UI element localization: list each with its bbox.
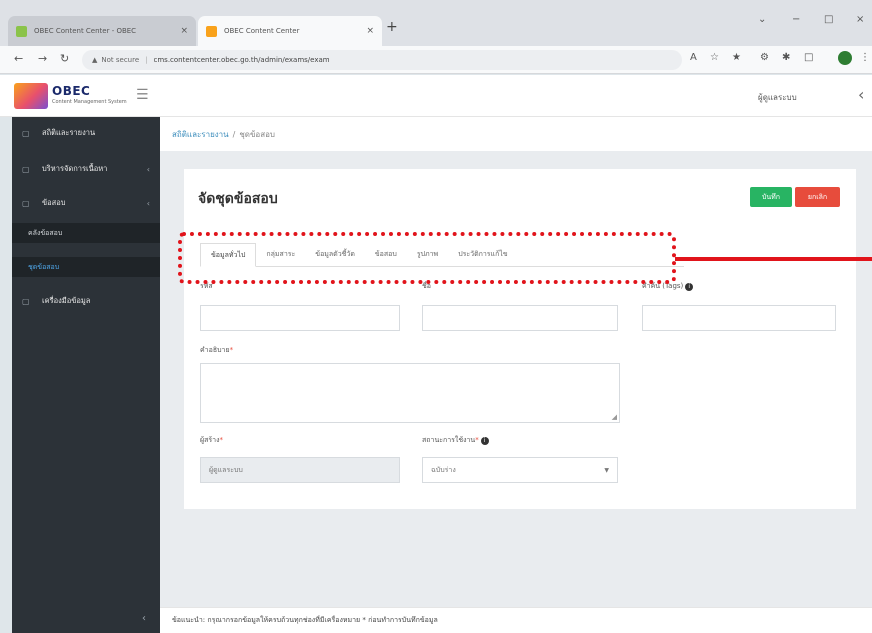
owner-label: ผู้สร้าง*: [200, 436, 223, 444]
favicon-icon: [16, 25, 27, 37]
name-field[interactable]: [422, 305, 618, 331]
owner-field: ผู้ดูแลระบบ: [200, 457, 400, 483]
info-icon: i: [685, 283, 694, 291]
sidebar-subitem-exam-set[interactable]: ชุดข้อสอบ: [12, 257, 160, 277]
annotation-pointer-line: [675, 257, 872, 261]
extensions-icon[interactable]: ✱: [782, 52, 790, 63]
settings-icon[interactable]: ⚙: [760, 52, 769, 63]
tabs-highlight-annotation: [178, 232, 676, 284]
description-label: คำอธิบาย*: [200, 346, 234, 354]
sidebar-subitem-exam-bank[interactable]: คลังข้อสอบ: [12, 223, 160, 243]
exam-icon: ▢: [22, 198, 30, 208]
footer-note: ข้อแนะนำ: กรุณากรอกข้อมูลให้ครบถ้วนทุกช่…: [160, 607, 872, 633]
chart-icon: ▢: [22, 128, 30, 138]
breadcrumb-current: ชุดข้อสอบ: [239, 129, 275, 139]
url-bar[interactable]: ▲ Not secure | cms.contentcenter.obec.go…: [82, 50, 682, 70]
sidepanel-icon[interactable]: □: [804, 52, 813, 63]
bookmark-icon[interactable]: ☆: [710, 52, 719, 63]
form-card: จัดชุดข้อสอบ บันทึก ยกเลิก ข้อมูลทั่วไป …: [184, 169, 856, 509]
close-tab-icon[interactable]: ×: [366, 26, 374, 36]
code-field[interactable]: [200, 305, 400, 331]
main-content: สถิติและรายงาน / ชุดข้อสอบ จัดชุดข้อสอบ …: [160, 117, 872, 607]
logo-icon: [14, 83, 48, 109]
sidebar: ▢ สถิติและรายงาน ▢ บริหารจัดการเนื้อหา ‹…: [12, 117, 160, 633]
browser-tab-2[interactable]: OBEC Content Center ×: [198, 16, 382, 46]
folder-icon: ▢: [22, 164, 30, 174]
logo-subtitle: Content Management System: [52, 99, 127, 105]
sidebar-subitem-label: คลังข้อสอบ: [28, 228, 63, 237]
close-window-icon[interactable]: ×: [856, 14, 864, 25]
favorites-icon[interactable]: ★: [732, 52, 741, 63]
close-tab-icon[interactable]: ×: [180, 26, 188, 36]
sidebar-item-exams[interactable]: ▢ ข้อสอบ ‹: [12, 187, 160, 219]
status-select[interactable]: ฉบับร่าง ▼: [422, 457, 618, 483]
sidebar-subitem-label: ชุดข้อสอบ: [28, 262, 60, 271]
user-name[interactable]: ผู้ดูแลระบบ: [758, 91, 797, 104]
minimize-icon[interactable]: −: [792, 14, 800, 25]
tab-title: OBEC Content Center - OBEC: [34, 27, 137, 35]
status-label: สถานะการใช้งาน* i: [422, 435, 489, 446]
tools-icon: ▢: [22, 296, 30, 306]
sidebar-collapse-icon[interactable]: ‹: [142, 613, 146, 624]
save-button[interactable]: บันทึก: [750, 187, 792, 207]
cancel-button[interactable]: ยกเลิก: [795, 187, 840, 207]
tags-field[interactable]: [642, 305, 836, 331]
sidebar-item-label: เครื่องมือข้อมูล: [42, 296, 91, 305]
sidebar-item-stats[interactable]: ▢ สถิติและรายงาน: [12, 117, 160, 149]
url-text: cms.contentcenter.obec.go.th/admin/exams…: [153, 56, 330, 64]
footer-text: ข้อแนะนำ: กรุณากรอกข้อมูลให้ครบถ้วนทุกช่…: [172, 616, 438, 624]
sidebar-item-content[interactable]: ▢ บริหารจัดการเนื้อหา ‹: [12, 153, 160, 185]
sidebar-item-label: บริหารจัดการเนื้อหา: [42, 164, 108, 173]
tab-search-icon[interactable]: ⌄: [758, 14, 766, 25]
security-label: Not secure: [101, 56, 140, 64]
chevron-left-icon[interactable]: ‹: [858, 85, 864, 104]
app-header: OBEC Content Management System ☰ ผู้ดูแล…: [0, 75, 872, 117]
sidebar-item-label: ข้อสอบ: [42, 198, 66, 207]
reload-icon[interactable]: ↻: [60, 52, 69, 65]
back-icon[interactable]: ←: [14, 52, 23, 65]
chevron-down-icon: ▼: [604, 466, 609, 474]
breadcrumb: สถิติและรายงาน / ชุดข้อสอบ: [160, 117, 872, 151]
tab-title: OBEC Content Center: [224, 27, 300, 35]
info-icon: i: [480, 437, 489, 445]
hamburger-icon[interactable]: ☰: [136, 87, 149, 103]
address-bar-row: ← → ↻ ▲ Not secure | cms.contentcenter.o…: [0, 46, 872, 74]
breadcrumb-separator: /: [232, 129, 236, 139]
url-separator: |: [145, 56, 148, 64]
resize-handle-icon[interactable]: ◢: [612, 413, 617, 421]
favicon-icon: [206, 25, 217, 37]
chevron-left-icon: ‹: [146, 164, 150, 174]
sidebar-item-label: สถิติและรายงาน: [42, 128, 96, 137]
browser-tab-1[interactable]: OBEC Content Center - OBEC ×: [8, 16, 196, 46]
profile-avatar[interactable]: [838, 51, 852, 65]
sidebar-item-tools[interactable]: ▢ เครื่องมือข้อมูล: [12, 285, 160, 317]
page-title: จัดชุดข้อสอบ: [198, 191, 278, 207]
logo-text: OBEC: [52, 84, 91, 98]
menu-icon[interactable]: ⋮: [860, 52, 870, 63]
description-textarea[interactable]: ◢: [200, 363, 620, 423]
warning-triangle-icon: ▲: [92, 56, 98, 64]
breadcrumb-root-link[interactable]: สถิติและรายงาน: [172, 128, 229, 141]
reader-icon[interactable]: A: [690, 52, 697, 63]
chevron-down-icon: ‹: [146, 198, 150, 208]
maximize-icon[interactable]: □: [824, 14, 833, 25]
forward-icon[interactable]: →: [38, 52, 47, 65]
new-tab-icon[interactable]: +: [386, 19, 398, 35]
browser-tab-strip: OBEC Content Center - OBEC × OBEC Conten…: [0, 0, 872, 46]
